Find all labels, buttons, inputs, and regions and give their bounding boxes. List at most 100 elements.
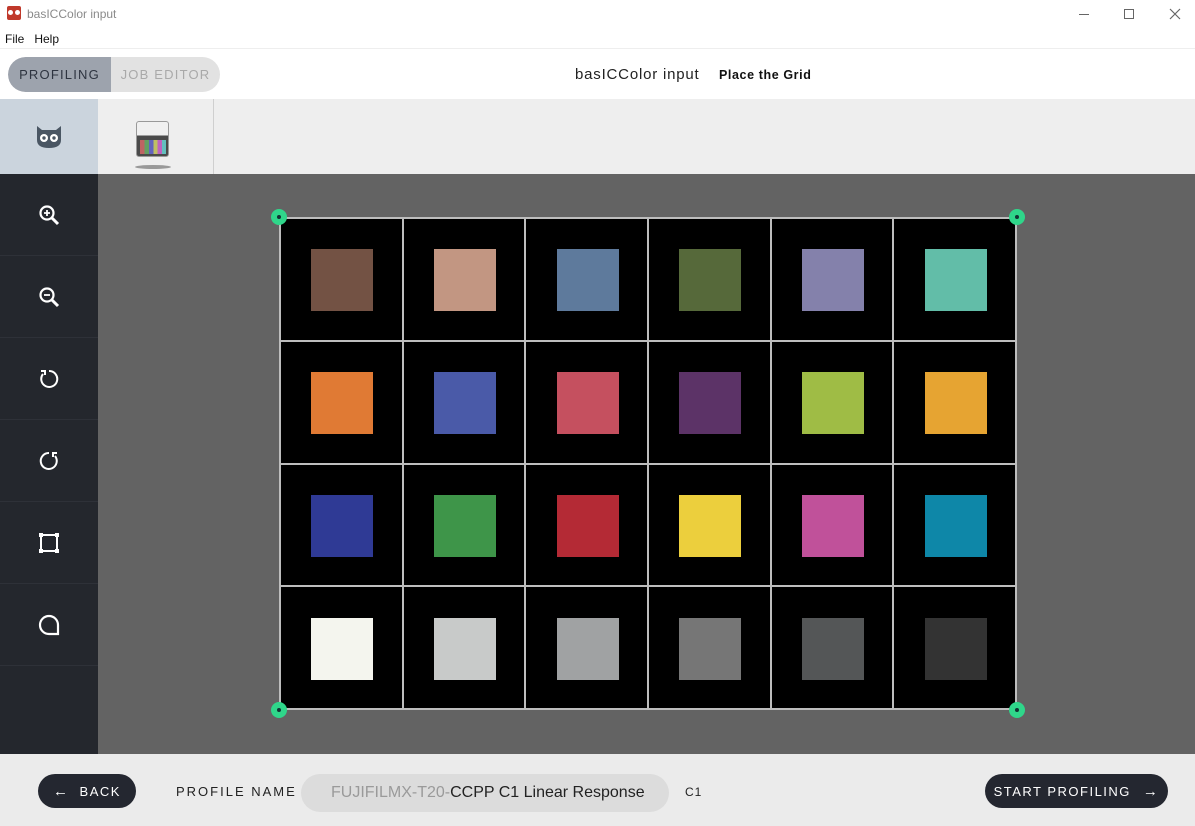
grid-cell — [402, 340, 526, 464]
profile-name-value: CCPP C1 Linear Response — [450, 784, 645, 801]
minimize-button[interactable] — [1061, 0, 1107, 28]
actual-size-icon — [38, 614, 60, 635]
arrow-left-icon: ← — [53, 782, 70, 800]
color-patch — [433, 249, 496, 312]
grid-cell — [648, 218, 771, 341]
tab-color-chart[interactable] — [98, 99, 214, 174]
grid-cell — [280, 586, 403, 709]
rotate-right-button[interactable] — [0, 420, 98, 502]
grid-handle-bottom-left[interactable] — [271, 702, 287, 718]
color-patch — [556, 372, 619, 435]
grid-cell — [770, 586, 894, 709]
color-patch — [556, 617, 619, 680]
title-bar: basICColor input — [0, 0, 1195, 28]
grid-cell — [280, 340, 403, 464]
grid-cell — [893, 463, 1016, 587]
header: PROFILING JOB EDITOR basICColor input Pl… — [0, 48, 1195, 99]
color-patch — [433, 494, 496, 557]
menu-bar: File Help — [0, 30, 64, 48]
color-patch — [311, 494, 374, 557]
back-button[interactable]: ← BACK — [38, 774, 136, 808]
owl-icon — [37, 125, 61, 148]
profile-name-prefix: FUJIFILMX-T20- — [331, 784, 451, 801]
color-patch — [924, 372, 987, 435]
grid-cell — [770, 463, 894, 587]
grid-cell — [648, 586, 771, 709]
color-patch — [801, 494, 864, 557]
color-patch — [801, 372, 864, 435]
grid-cell — [770, 340, 894, 464]
image-canvas[interactable] — [98, 174, 1195, 754]
color-patch — [433, 372, 496, 435]
grid-cell — [893, 340, 1016, 464]
workflow-tabs — [0, 99, 1195, 174]
app-owl-icon — [7, 6, 21, 20]
color-patch — [311, 249, 374, 312]
close-icon — [1169, 8, 1181, 20]
grid-cell — [525, 340, 648, 464]
fit-frame-icon — [39, 532, 59, 553]
color-patch — [679, 494, 742, 557]
mode-switch: PROFILING JOB EDITOR — [8, 57, 220, 92]
profile-name-suffix: C1 — [685, 785, 703, 799]
color-patch — [679, 372, 742, 435]
zoom-out-button[interactable] — [0, 256, 98, 338]
grid-cell — [648, 340, 771, 464]
color-patch — [801, 249, 864, 312]
color-patch — [924, 494, 987, 557]
color-chart-icon — [136, 121, 169, 157]
color-patch — [311, 617, 374, 680]
color-patch — [924, 249, 987, 312]
grid-handle-top-right[interactable] — [1009, 209, 1025, 225]
start-profiling-label: START PROFILING — [993, 783, 1131, 799]
grid-cell — [648, 463, 771, 587]
grid-cell — [402, 586, 526, 709]
rotate-left-button[interactable] — [0, 338, 98, 420]
menu-file[interactable]: File — [0, 30, 29, 48]
profile-name-label: PROFILE NAME — [176, 784, 297, 799]
grid-cell — [525, 586, 648, 709]
color-patch — [679, 617, 742, 680]
tab-owl[interactable] — [0, 99, 98, 174]
grid-handle-top-left[interactable] — [271, 209, 287, 225]
minimize-icon — [1079, 13, 1089, 15]
tab-profiling[interactable]: PROFILING — [8, 57, 111, 92]
grid-cell — [893, 218, 1016, 341]
tool-sidebar — [0, 174, 98, 754]
rotate-right-icon — [39, 451, 58, 470]
start-profiling-button[interactable]: START PROFILING → — [985, 774, 1168, 808]
arrow-right-icon: → — [1142, 782, 1160, 800]
bottom-bar: ← BACK PROFILE NAME FUJIFILMX-T20- CCPP C… — [0, 754, 1195, 826]
back-label: BACK — [79, 783, 121, 799]
color-patch — [801, 617, 864, 680]
zoom-in-icon — [39, 204, 60, 225]
close-button[interactable] — [1152, 0, 1195, 28]
grid-cell — [525, 218, 648, 341]
maximize-button[interactable] — [1106, 0, 1152, 28]
grid-cell — [402, 218, 526, 341]
grid-cell — [402, 463, 526, 587]
grid-cell — [893, 586, 1016, 709]
maximize-icon — [1124, 9, 1134, 19]
fit-frame-button[interactable] — [0, 502, 98, 584]
step-title: Place the Grid — [719, 68, 812, 82]
rotate-left-icon — [40, 369, 59, 388]
profile-name-input[interactable]: FUJIFILMX-T20- CCPP C1 Linear Response — [301, 774, 669, 812]
chart-shadow — [135, 165, 171, 169]
grid-cell — [525, 463, 648, 587]
color-patch — [311, 372, 374, 435]
tab-job-editor[interactable]: JOB EDITOR — [111, 57, 220, 92]
color-patch — [556, 249, 619, 312]
patch-grid[interactable] — [279, 217, 1017, 710]
grid-cell — [280, 463, 403, 587]
grid-cell — [280, 218, 403, 341]
app-name-title: basICColor input — [575, 66, 700, 83]
actual-size-button[interactable] — [0, 584, 98, 666]
menu-help[interactable]: Help — [29, 30, 64, 48]
color-patch — [556, 494, 619, 557]
zoom-in-button[interactable] — [0, 174, 98, 256]
zoom-out-icon — [39, 286, 60, 307]
grid-handle-bottom-right[interactable] — [1009, 702, 1025, 718]
grid-cell — [770, 218, 894, 341]
window-title: basICColor input — [27, 7, 117, 21]
